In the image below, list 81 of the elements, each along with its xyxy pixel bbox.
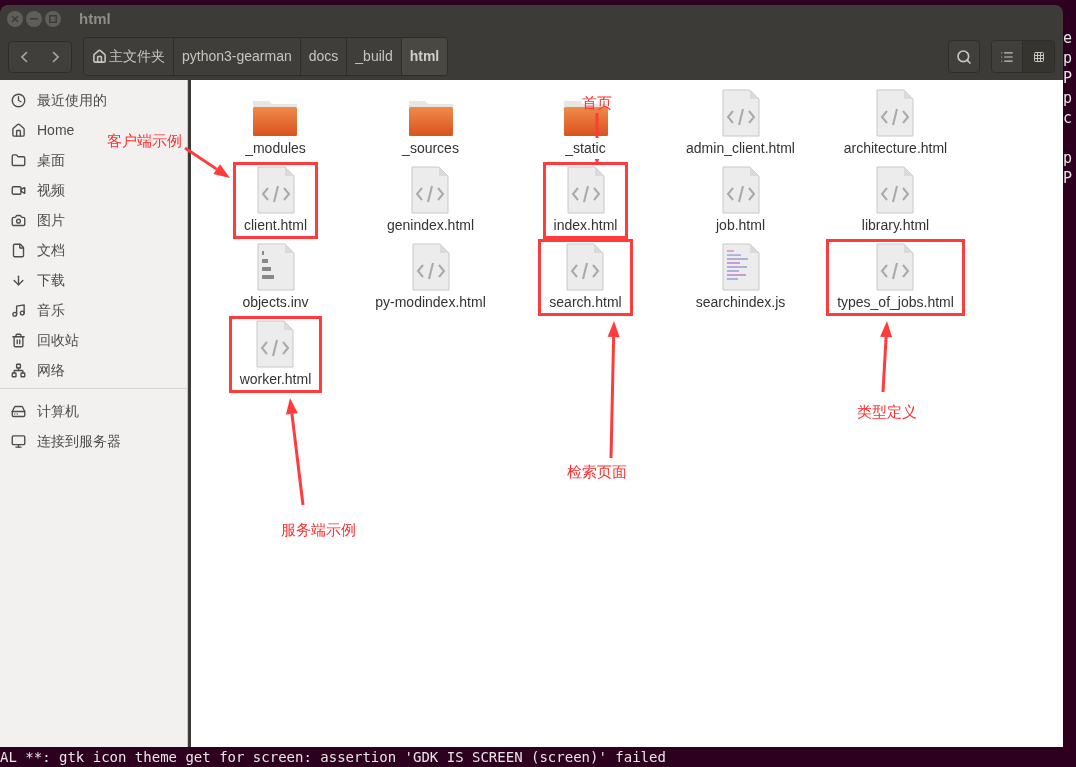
- back-icon: [21, 50, 28, 63]
- sidebar-item[interactable]: 网络: [11, 355, 65, 385]
- search-button[interactable]: [948, 40, 980, 73]
- code-file-icon: [721, 89, 760, 137]
- close-icon: [11, 15, 19, 23]
- annotation-label: 类型定义: [857, 402, 917, 422]
- sidebar-item[interactable]: 图片: [11, 205, 65, 235]
- annotation-label: 客户端示例: [107, 131, 182, 151]
- maximize-icon: [49, 15, 57, 23]
- annotation-label: 首页: [582, 93, 612, 113]
- home-icon: [11, 122, 26, 138]
- file-item[interactable]: objects.inv: [231, 239, 320, 316]
- sidebar-item[interactable]: 音乐: [11, 295, 65, 325]
- window-title: html: [79, 8, 111, 29]
- code-file-icon: [566, 243, 605, 291]
- music-note-icon: [11, 302, 26, 318]
- annotation-label: 检索页面: [567, 462, 627, 482]
- sidebar-item[interactable]: 计算机: [11, 396, 79, 426]
- annotation-label: 服务端示例: [281, 520, 356, 540]
- file-item[interactable]: worker.html: [228, 316, 323, 393]
- minimize-icon: [30, 18, 38, 20]
- terminal-text: P: [1063, 168, 1074, 188]
- camera-icon: [11, 212, 26, 228]
- terminal-text: p: [1063, 48, 1074, 68]
- file-item[interactable]: searchindex.js: [684, 239, 797, 316]
- document-icon: [11, 242, 26, 258]
- code-file-icon: [876, 243, 915, 291]
- arrow: [184, 146, 230, 178]
- code-file-icon: [721, 166, 760, 214]
- forward-icon: [52, 50, 59, 63]
- file-item[interactable]: job.html: [705, 162, 776, 239]
- down-arrow-icon: [11, 272, 26, 288]
- sidebar-item[interactable]: 连接到服务器: [11, 426, 121, 456]
- folder-icon: [11, 152, 26, 168]
- code-file-icon: [256, 166, 295, 214]
- sidebar-item[interactable]: 下载: [11, 265, 65, 295]
- code-file-icon: [566, 166, 605, 214]
- sidebar-item[interactable]: 回收站: [11, 325, 79, 355]
- file-item[interactable]: _sources: [391, 85, 470, 162]
- sidebar-item[interactable]: 视频: [11, 175, 65, 205]
- file-item[interactable]: index.html: [542, 162, 629, 239]
- list-view-button[interactable]: [992, 41, 1023, 72]
- terminal-text: c: [1063, 108, 1074, 128]
- terminal-text: AL **: gtk icon theme get for screen: assertion 'GDK IS SCREEN (screen)' failed: [0, 748, 666, 767]
- hard-drive-icon: [11, 403, 26, 419]
- code-file-icon: [256, 320, 295, 368]
- binary-file-icon: [256, 243, 295, 291]
- arrow: [880, 321, 893, 393]
- terminal-text: p: [1063, 148, 1074, 168]
- grid-icon: [1032, 50, 1045, 63]
- file-item[interactable]: py-modindex.html: [364, 239, 497, 316]
- breadcrumb[interactable]: html: [401, 38, 448, 75]
- list-icon: [1000, 49, 1014, 64]
- file-item[interactable]: library.html: [850, 162, 941, 239]
- monitor-icon: [11, 433, 26, 449]
- file-item[interactable]: genindex.html: [375, 162, 486, 239]
- home-icon: [92, 49, 107, 64]
- sidebar-item[interactable]: 文档: [11, 235, 65, 265]
- file-item[interactable]: search.html: [538, 239, 633, 316]
- file-item[interactable]: architecture.html: [832, 85, 959, 162]
- sidebar-item[interactable]: Home: [11, 115, 75, 145]
- terminal-text: p: [1063, 88, 1074, 108]
- code-file-icon: [411, 243, 450, 291]
- grid-view-button[interactable]: [1023, 41, 1054, 72]
- script-file-icon: [721, 243, 760, 291]
- terminal-text: P: [1063, 68, 1074, 88]
- sidebar-item[interactable]: 桌面: [11, 145, 65, 175]
- code-file-icon: [876, 89, 915, 137]
- code-file-icon: [876, 166, 915, 214]
- file-item[interactable]: _modules: [234, 85, 317, 162]
- trash-icon: [11, 332, 26, 348]
- file-item[interactable]: admin_client.html: [675, 85, 806, 162]
- sidebar-item[interactable]: 最近使用的: [11, 85, 107, 115]
- file-item[interactable]: client.html: [233, 162, 318, 239]
- clock-icon: [11, 92, 26, 108]
- network-icon: [11, 362, 26, 378]
- code-file-icon: [411, 166, 450, 214]
- terminal-text: e: [1063, 28, 1074, 48]
- search-icon: [956, 48, 972, 65]
- breadcrumb[interactable]: 主文件夹: [84, 38, 174, 75]
- file-item[interactable]: types_of_jobs.html: [826, 239, 965, 316]
